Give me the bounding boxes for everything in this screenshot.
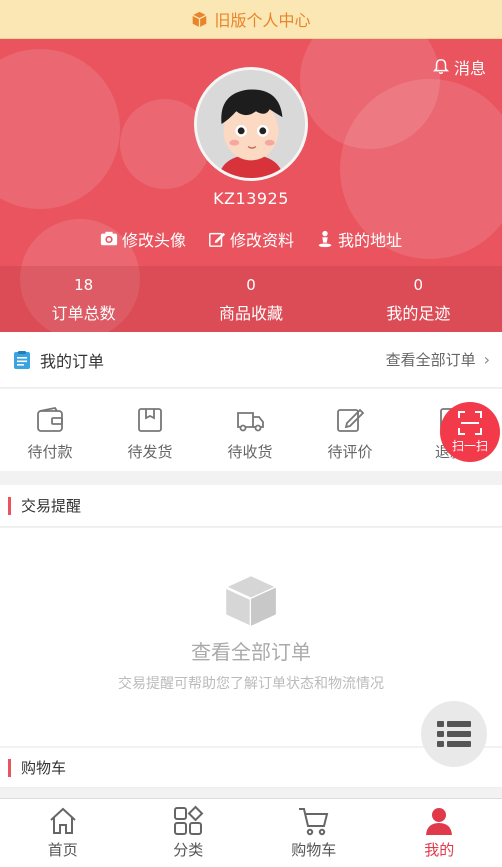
cube-icon bbox=[192, 11, 208, 27]
tab-cart[interactable]: 购物车 bbox=[251, 799, 377, 867]
my-orders-header[interactable]: 我的订单 查看全部订单 › bbox=[0, 332, 502, 388]
trade-reminder-header: 交易提醒 bbox=[0, 485, 502, 527]
section-accent-bar bbox=[8, 758, 11, 777]
wallet-icon bbox=[37, 406, 63, 432]
cart-icon bbox=[298, 808, 329, 836]
list-icon bbox=[437, 721, 471, 747]
old-profile-label: 旧版个人中心 bbox=[214, 11, 311, 30]
profile-page: 旧版个人中心 消息 KZ13925 修改头像 修改资料 我的地址 18 订单总数… bbox=[0, 0, 502, 867]
empty-box-icon bbox=[225, 576, 277, 626]
empty-title: 查看全部订单 bbox=[191, 640, 311, 664]
location-person-icon bbox=[318, 230, 332, 248]
bell-icon bbox=[432, 59, 450, 75]
review-edit-icon bbox=[337, 408, 365, 432]
old-profile-banner[interactable]: 旧版个人中心 bbox=[0, 0, 502, 39]
order-tab-pending-review[interactable]: 待评价 bbox=[300, 389, 400, 471]
cart-section-header: 购物车 bbox=[0, 748, 502, 788]
camera-icon bbox=[100, 231, 118, 246]
avatar[interactable] bbox=[194, 67, 308, 181]
order-status-tabs: 待付款 待发货 待收货 待评价 bbox=[0, 389, 502, 471]
tab-mine-label: 我的 bbox=[424, 841, 455, 859]
edit-profile-button[interactable]: 修改资料 bbox=[208, 227, 294, 251]
stat-value: 18 bbox=[74, 276, 94, 294]
stat-label: 订单总数 bbox=[51, 304, 116, 323]
stat-label: 商品收藏 bbox=[218, 304, 283, 323]
scan-label: 扫一扫 bbox=[451, 439, 488, 453]
profile-header: 消息 KZ13925 修改头像 修改资料 我的地址 18 订单总数 0 商品收藏… bbox=[0, 39, 502, 332]
order-tab-label: 待付款 bbox=[27, 443, 73, 461]
my-orders-title: 我的订单 bbox=[40, 351, 105, 371]
order-tab-label: 待收货 bbox=[227, 443, 273, 461]
truck-icon bbox=[237, 412, 264, 432]
decor-bubble bbox=[0, 49, 120, 209]
view-all-orders-label: 查看全部订单 bbox=[385, 351, 476, 369]
cart-section-title: 购物车 bbox=[21, 759, 67, 777]
tab-category-label: 分类 bbox=[173, 841, 204, 859]
my-address-button[interactable]: 我的地址 bbox=[316, 227, 402, 251]
view-all-orders-link[interactable]: 查看全部订单 › bbox=[386, 349, 490, 370]
profile-actions: 修改头像 修改资料 我的地址 bbox=[0, 227, 502, 251]
my-address-label: 我的地址 bbox=[338, 231, 403, 250]
messages-button[interactable]: 消息 bbox=[432, 55, 486, 79]
order-tab-pending-payment[interactable]: 待付款 bbox=[0, 389, 100, 471]
clipboard-icon bbox=[14, 350, 30, 369]
order-tab-label: 待评价 bbox=[327, 443, 373, 461]
stat-label: 我的足迹 bbox=[386, 304, 451, 323]
tab-home-label: 首页 bbox=[47, 841, 78, 859]
home-icon bbox=[50, 807, 76, 834]
chevron-right-icon: › bbox=[483, 350, 490, 369]
category-icon bbox=[174, 805, 204, 835]
scan-icon bbox=[458, 411, 482, 435]
section-accent-bar bbox=[8, 496, 11, 515]
stat-value: 0 bbox=[413, 276, 424, 294]
cartoon-face-icon bbox=[197, 70, 305, 178]
tab-home[interactable]: 首页 bbox=[0, 799, 126, 867]
order-tab-label: 待发货 bbox=[127, 443, 173, 461]
username: KZ13925 bbox=[213, 189, 289, 208]
stats-bar: 18 订单总数 0 商品收藏 0 我的足迹 bbox=[0, 266, 502, 332]
stat-total-orders[interactable]: 18 订单总数 bbox=[0, 266, 167, 332]
user-icon bbox=[426, 808, 453, 835]
tab-mine[interactable]: 我的 bbox=[377, 799, 502, 867]
stat-footprints[interactable]: 0 我的足迹 bbox=[335, 266, 502, 332]
messages-label: 消息 bbox=[453, 59, 486, 78]
stat-value: 0 bbox=[246, 276, 256, 294]
floating-menu-button[interactable] bbox=[421, 701, 487, 767]
tab-cart-label: 购物车 bbox=[291, 841, 337, 859]
bottom-tab-bar: 首页 分类 购物车 我的 bbox=[0, 798, 502, 867]
trade-reminder-title: 交易提醒 bbox=[21, 497, 82, 515]
edit-icon bbox=[209, 232, 226, 247]
empty-subtitle: 交易提醒可帮助您了解订单状态和物流情况 bbox=[118, 676, 384, 692]
order-tab-pending-shipment[interactable]: 待发货 bbox=[100, 389, 200, 471]
change-avatar-label: 修改头像 bbox=[121, 231, 186, 250]
scan-button[interactable]: 扫一扫 bbox=[440, 402, 500, 462]
tab-category[interactable]: 分类 bbox=[126, 799, 252, 867]
edit-profile-label: 修改资料 bbox=[229, 231, 294, 250]
change-avatar-button[interactable]: 修改头像 bbox=[100, 227, 186, 251]
package-icon bbox=[138, 408, 162, 432]
stat-favorites[interactable]: 0 商品收藏 bbox=[167, 266, 334, 332]
order-tab-pending-receipt[interactable]: 待收货 bbox=[200, 389, 300, 471]
